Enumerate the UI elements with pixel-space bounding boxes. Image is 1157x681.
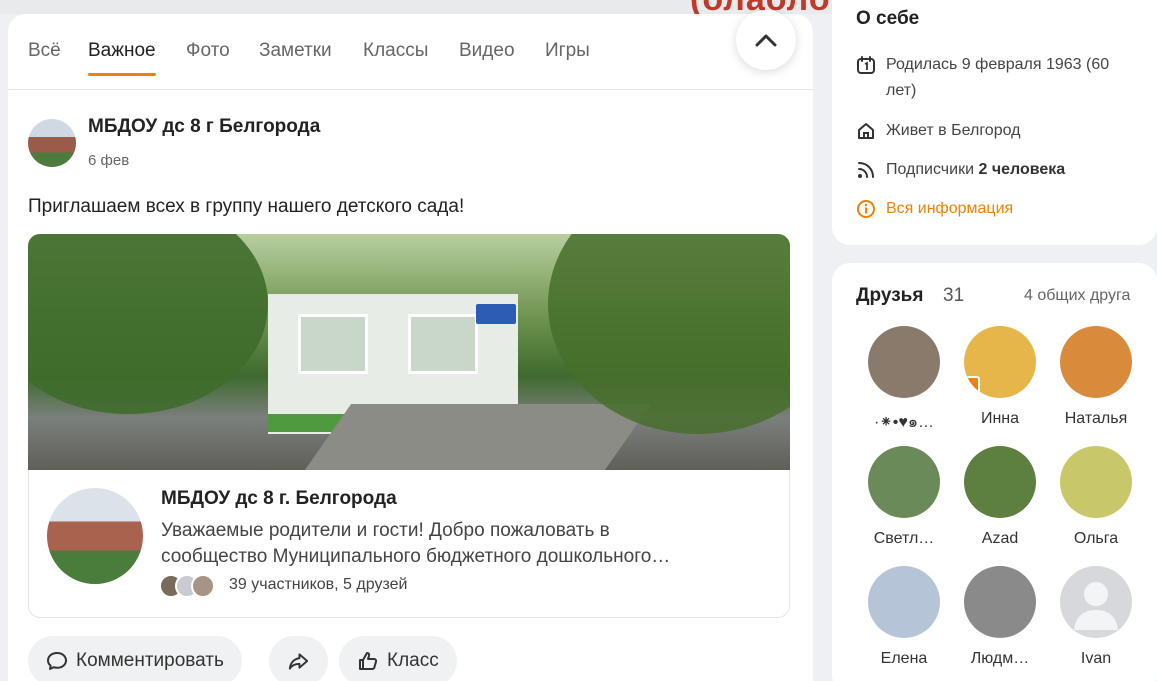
avatar[interactable] [868,326,940,398]
info-icon [857,200,875,218]
friend-name[interactable]: Людм… [952,650,1048,668]
tab-video[interactable]: Видео [459,40,515,62]
author-avatar[interactable] [28,119,76,167]
calendar-icon [857,56,875,74]
group-name[interactable]: МБДОУ дс 8 г. Белгорода [161,488,397,510]
feed-tabs: Всё Важное Фото Заметки Классы Видео Игр… [8,10,813,90]
avatar[interactable] [1060,326,1132,398]
avatar[interactable] [964,446,1036,518]
all-info-link[interactable]: Вся информация [856,196,1013,222]
like-button-label: Класс [387,650,439,671]
scroll-up-button[interactable] [736,10,796,70]
friend-name[interactable]: Светл… [856,530,952,548]
friend-item[interactable]: Ivan [1048,566,1144,668]
friends-card: Друзья 31 4 общих друга ·⁕•♥๑… Инна Ната… [832,263,1157,681]
friend-name[interactable]: Ольга [1048,530,1144,548]
tab-photo[interactable]: Фото [186,40,230,62]
like-button[interactable]: Класс [339,636,457,681]
tab-classes[interactable]: Классы [363,40,428,62]
friend-name[interactable]: Azad [952,530,1048,548]
friends-count: 31 [943,285,965,306]
tab-games[interactable]: Игры [545,40,590,62]
thumbs-up-icon [359,652,378,670]
post-author-name[interactable]: МБДОУ дс 8 г Белгорода [88,116,320,138]
friend-item[interactable]: Инна [952,326,1048,428]
friend-item[interactable]: Елена [856,566,952,668]
friend-item[interactable]: ·⁕•♥๑… [856,326,952,435]
avatar[interactable] [868,566,940,638]
comment-button[interactable]: Комментировать [28,636,242,681]
online-badge [966,376,980,394]
group-description: Уважаемые родители и гости! Добро пожало… [161,518,741,570]
friend-item[interactable]: Светл… [856,446,952,548]
friend-name[interactable]: Наталья [1048,410,1144,428]
rss-icon [858,162,874,178]
chevron-up-icon [755,34,777,47]
about-birthdate-text: Родилась 9 февраля 1963 (60 [886,56,1110,73]
default-avatar-icon [1074,582,1118,630]
tab-important[interactable]: Важное [88,40,156,76]
about-card: О себе Родилась 9 февраля 1963 (60 лет) Ж… [832,0,1157,245]
friend-name[interactable]: Елена [856,650,952,668]
avatar[interactable] [1060,446,1132,518]
friend-name[interactable]: ·⁕•♥๑… [856,410,952,435]
post-text: Приглашаем всех в группу нашего детского… [28,196,465,217]
group-avatar[interactable] [47,488,143,584]
friends-title[interactable]: Друзья [856,285,923,307]
about-birthdate: Родилась 9 февраля 1963 (60 лет) [856,52,1146,104]
friend-item[interactable]: Ольга [1048,446,1144,548]
friend-item[interactable]: Наталья [1048,326,1144,428]
about-birthdate-text: лет) [886,82,917,99]
avatar[interactable] [868,446,940,518]
group-description-line: Уважаемые родители и гости! Добро пожало… [161,520,610,541]
member-avatars [159,574,219,600]
about-location: Живет в Белгород [856,118,1020,144]
all-info-label: Вся информация [886,200,1014,217]
group-members-count[interactable]: 39 участников, 5 друзей [229,576,407,594]
comment-button-label: Комментировать [76,650,224,671]
share-icon [288,653,309,670]
group-card[interactable]: МБДОУ дс 8 г. Белгорода Уважаемые родите… [28,470,790,618]
friend-name[interactable]: Инна [952,410,1048,428]
post-date[interactable]: 6 фев [88,152,129,169]
group-cover-photo[interactable] [28,234,790,470]
avatar[interactable] [964,326,1036,398]
about-subscribers-value: 2 человека [978,161,1066,178]
about-subscribers[interactable]: Подписчики 2 человека [856,157,1065,183]
friend-item[interactable]: Azad [952,446,1048,548]
friend-name[interactable]: Ivan [1048,650,1144,668]
feed-card: Всё Важное Фото Заметки Классы Видео Игр… [8,10,813,681]
about-subscribers-label: Подписчики [886,161,975,178]
friend-item[interactable]: Людм… [952,566,1048,668]
comment-icon [47,652,67,670]
about-location-text: Живет в Белгород [886,122,1021,139]
avatar[interactable] [964,566,1036,638]
home-icon [858,123,874,139]
group-description-line: сообщество Муниципального бюджетного дош… [161,546,671,567]
tab-notes[interactable]: Заметки [259,40,332,62]
avatar[interactable] [1060,566,1132,638]
about-title: О себе [856,8,920,29]
avatar [191,574,215,598]
tab-all[interactable]: Всё [28,40,61,62]
mutual-friends-link[interactable]: 4 общих друга [1024,287,1130,305]
share-button[interactable] [269,636,328,681]
